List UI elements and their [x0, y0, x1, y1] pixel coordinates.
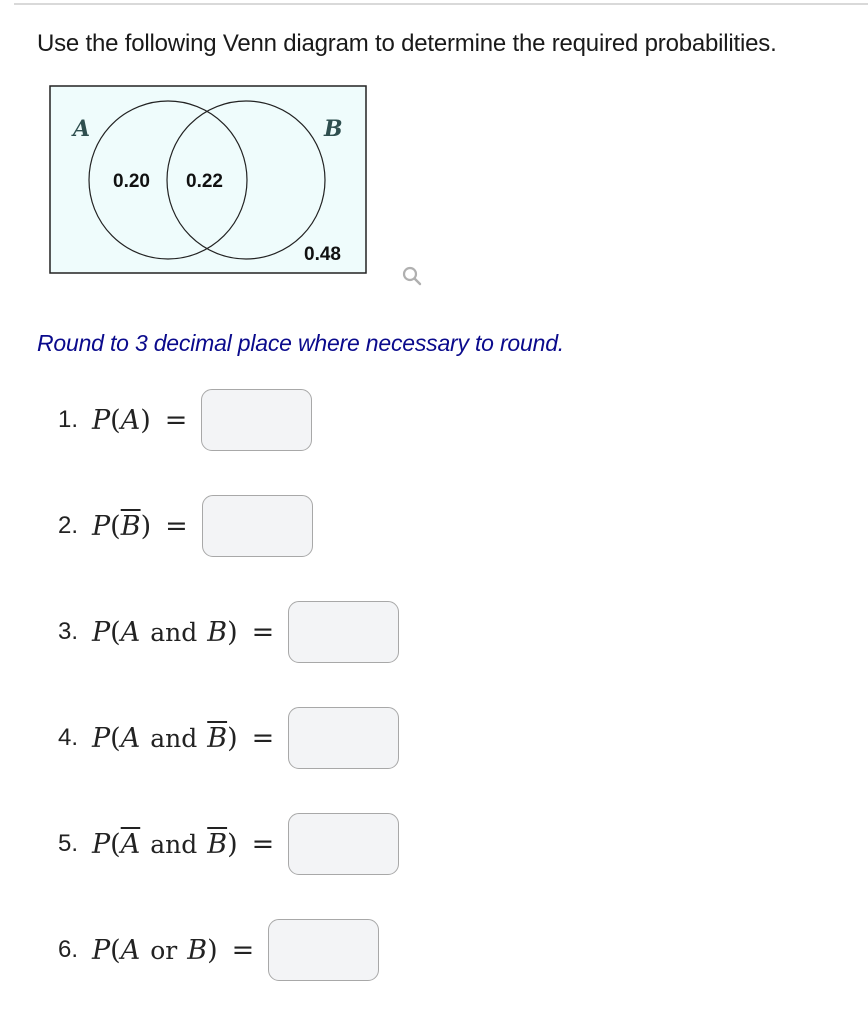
magnifier-icon[interactable]: [400, 264, 424, 288]
question-number: 2.: [58, 512, 79, 539]
answer-input-p-not-b[interactable]: [201, 495, 313, 557]
question-number: 3.: [58, 618, 79, 645]
question-6: 6. P(A or B) =: [58, 919, 380, 981]
answer-input-p-not-a-and-not-b[interactable]: [288, 813, 400, 875]
question-number: 1.: [58, 406, 79, 433]
question-number: 4.: [58, 724, 79, 751]
question-5: 5. P(A and B) =: [58, 813, 400, 875]
question-1: 1. P(A) =: [58, 389, 313, 451]
venn-value-outside: 0.48: [304, 244, 341, 265]
top-divider: [14, 3, 868, 5]
probability-expression: P(A and B) =: [92, 828, 275, 860]
question-2: 2. P(B) =: [58, 495, 313, 557]
probability-expression: P(A and B) =: [92, 722, 275, 754]
venn-diagram: A B 0.20 0.22 0.48: [49, 85, 367, 274]
question-number: 6.: [58, 936, 79, 963]
probability-expression: P(A) =: [92, 404, 188, 436]
probability-expression: P(B) =: [92, 510, 188, 542]
probability-expression: P(A and B) =: [92, 616, 275, 648]
venn-label-b: B: [323, 116, 343, 142]
answer-input-p-a-or-b[interactable]: [268, 919, 380, 981]
question-number: 5.: [58, 830, 79, 857]
question-3: 3. P(A and B) =: [58, 601, 400, 663]
question-prompt: Use the following Venn diagram to determ…: [37, 30, 777, 57]
question-4: 4. P(A and B) =: [58, 707, 400, 769]
answer-input-p-a[interactable]: [201, 389, 313, 451]
answer-input-p-a-and-not-b[interactable]: [288, 707, 400, 769]
venn-label-a: A: [71, 116, 90, 142]
venn-value-intersection: 0.22: [186, 171, 223, 192]
probability-expression: P(A or B) =: [92, 934, 255, 966]
rounding-instruction: Round to 3 decimal place where necessary…: [37, 330, 564, 356]
venn-value-a-only: 0.20: [113, 171, 150, 192]
answer-input-p-a-and-b[interactable]: [288, 601, 400, 663]
